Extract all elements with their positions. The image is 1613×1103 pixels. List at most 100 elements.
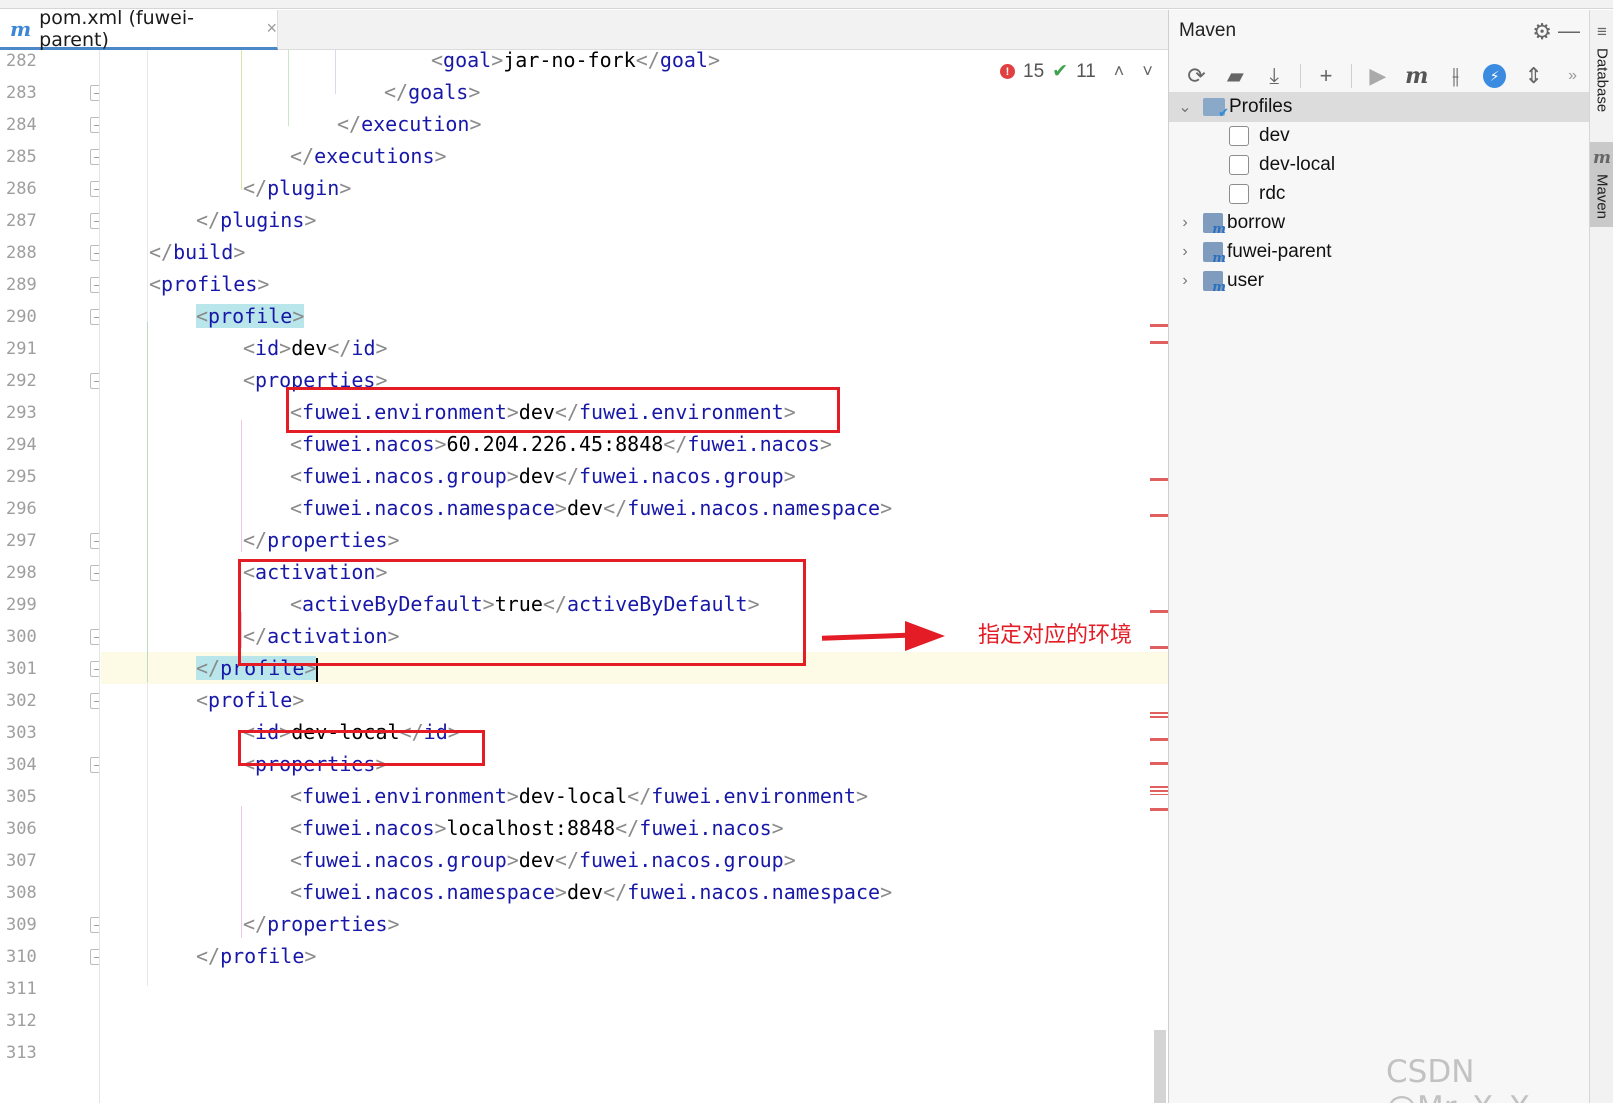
code-line[interactable]: </profile> [196, 940, 316, 972]
fold-marker-icon[interactable] [90, 661, 99, 677]
fold-marker-icon[interactable] [90, 181, 99, 197]
tree-project-borrow[interactable]: › borrow [1169, 208, 1590, 238]
fold-marker-icon[interactable] [90, 213, 99, 229]
run-icon[interactable]: ▶ [1360, 60, 1395, 92]
code-line[interactable]: </executions> [290, 140, 447, 172]
error-stripe-mark[interactable] [1150, 786, 1168, 795]
code-line[interactable]: </plugins> [196, 204, 316, 236]
previous-highlight-icon[interactable]: ˄ [1114, 61, 1125, 82]
minimize-icon[interactable]: — [1558, 18, 1580, 44]
reload-icon[interactable]: ⟳ [1179, 60, 1214, 92]
close-bracket: > [434, 144, 447, 168]
gear-icon[interactable]: ⚙ [1532, 19, 1552, 45]
inspections-widget[interactable]: ! 15 ✔ 11 ˄ ˅ [1000, 60, 1153, 83]
error-stripe-mark[interactable] [1150, 610, 1168, 613]
fold-marker-icon[interactable] [90, 309, 99, 325]
error-stripe-mark[interactable] [1150, 514, 1168, 517]
next-highlight-icon[interactable]: ˅ [1142, 61, 1153, 82]
open-bracket: < [243, 368, 256, 392]
error-stripe-mark[interactable] [1150, 712, 1168, 720]
code-line[interactable]: </build> [149, 236, 245, 268]
generate-sources-icon[interactable]: ▰ [1218, 60, 1253, 92]
code-line[interactable]: <profiles> [149, 268, 269, 300]
side-tab-maven[interactable]: m Maven [1590, 142, 1613, 228]
open-bracket: < [196, 688, 209, 712]
code-line[interactable]: <fuwei.environment>dev-local</fuwei.envi… [290, 780, 868, 812]
code-line[interactable]: </properties> [243, 524, 400, 556]
error-stripe-mark[interactable] [1150, 762, 1168, 765]
error-stripe-mark[interactable] [1150, 324, 1168, 327]
xml-tag-name: goal [659, 50, 708, 72]
profile-item-dev[interactable]: dev [1169, 121, 1590, 151]
code-line[interactable]: <fuwei.nacos>localhost:8848</fuwei.nacos… [290, 812, 784, 844]
fold-marker-icon[interactable] [90, 757, 99, 773]
fold-marker-icon[interactable] [90, 533, 99, 549]
xml-tag-name: fuwei.environment [651, 784, 856, 808]
open-bracket: </ [635, 50, 660, 72]
error-stripe-mark[interactable] [1150, 478, 1168, 481]
add-icon[interactable]: + [1309, 60, 1344, 92]
code-line[interactable]: <fuwei.nacos.group>dev</fuwei.nacos.grou… [290, 844, 796, 876]
toggle-offline-icon[interactable]: ⫲ [1438, 60, 1473, 92]
fold-marker-icon[interactable] [90, 85, 99, 101]
code-line[interactable]: </execution> [337, 108, 482, 140]
fold-marker-icon[interactable] [90, 629, 99, 645]
code-line[interactable]: <fuwei.nacos.namespace>dev</fuwei.nacos.… [290, 492, 892, 524]
tab-pom-xml[interactable]: m pom.xml (fuwei-parent) × [0, 7, 278, 51]
close-icon[interactable]: × [266, 18, 277, 39]
annotation-box-activation [238, 559, 806, 666]
tree-profiles[interactable]: ⌄ Profiles [1169, 92, 1590, 122]
error-stripe-mark[interactable] [1150, 738, 1168, 741]
open-bracket: </ [603, 880, 628, 904]
tree-project-fuwei-parent[interactable]: › fuwei-parent [1169, 237, 1590, 267]
fold-marker-icon[interactable] [90, 949, 99, 965]
fold-marker-icon[interactable] [90, 117, 99, 133]
fold-marker-icon[interactable] [90, 245, 99, 261]
error-stripe-mark[interactable] [1150, 646, 1168, 649]
error-stripe-mark[interactable] [1150, 341, 1168, 344]
fold-marker-icon[interactable] [90, 277, 99, 293]
more-icon[interactable]: » [1555, 60, 1590, 92]
profile-item-dev-local[interactable]: dev-local [1169, 150, 1590, 180]
fold-marker-icon[interactable] [90, 693, 99, 709]
tree-project-user[interactable]: › user [1169, 266, 1590, 296]
line-number: 304 [6, 755, 37, 775]
close-bracket: > [469, 112, 482, 136]
skip-tests-icon[interactable]: ⚡ [1483, 64, 1507, 88]
chevron-right-icon[interactable]: › [1175, 214, 1195, 232]
profile-checkbox[interactable] [1229, 126, 1249, 146]
vertical-scrollbar[interactable] [1154, 1030, 1166, 1103]
chevron-right-icon[interactable]: › [1175, 272, 1195, 290]
fold-marker-icon[interactable] [90, 565, 99, 581]
code-line[interactable]: </properties> [243, 908, 400, 940]
profile-checkbox[interactable] [1229, 184, 1249, 204]
line-number: 293 [6, 403, 37, 423]
chevron-right-icon[interactable]: › [1175, 243, 1195, 261]
code-line[interactable]: <profile> [196, 684, 304, 716]
xml-tag-name: fuwei.nacos [302, 432, 435, 456]
download-icon[interactable]: ⤓ [1257, 60, 1292, 92]
code-line[interactable]: <profile> [196, 300, 305, 332]
fold-marker-icon[interactable] [90, 373, 99, 389]
fold-marker-icon[interactable] [90, 917, 99, 933]
xml-tag-name: fuwei.nacos.namespace [627, 880, 881, 904]
code-line[interactable]: <id>dev</id> [243, 332, 388, 364]
line-number: 288 [6, 243, 37, 263]
code-line[interactable]: <fuwei.nacos.namespace>dev</fuwei.nacos.… [290, 876, 892, 908]
code-line[interactable]: <goal>jar-no-fork</goal> [431, 50, 720, 76]
execute-goal-icon[interactable]: m [1399, 60, 1434, 92]
error-stripe-mark[interactable] [1150, 808, 1168, 811]
open-bracket: < [243, 336, 256, 360]
code-line[interactable]: <fuwei.nacos.group>dev</fuwei.nacos.grou… [290, 460, 796, 492]
profile-item-rdc[interactable]: rdc [1169, 179, 1590, 209]
profile-checkbox[interactable] [1229, 155, 1249, 175]
fold-marker-icon[interactable] [90, 149, 99, 165]
collapse-all-icon[interactable]: ⇕ [1516, 60, 1551, 92]
chevron-down-icon[interactable]: ⌄ [1175, 97, 1195, 117]
code-line[interactable]: </plugin> [243, 172, 351, 204]
close-bracket: > [304, 208, 317, 232]
side-tab-database[interactable]: ≡ Database [1590, 16, 1613, 120]
code-line[interactable]: </goals> [384, 76, 480, 108]
close-bracket: > [491, 50, 504, 72]
open-bracket: </ [290, 144, 315, 168]
